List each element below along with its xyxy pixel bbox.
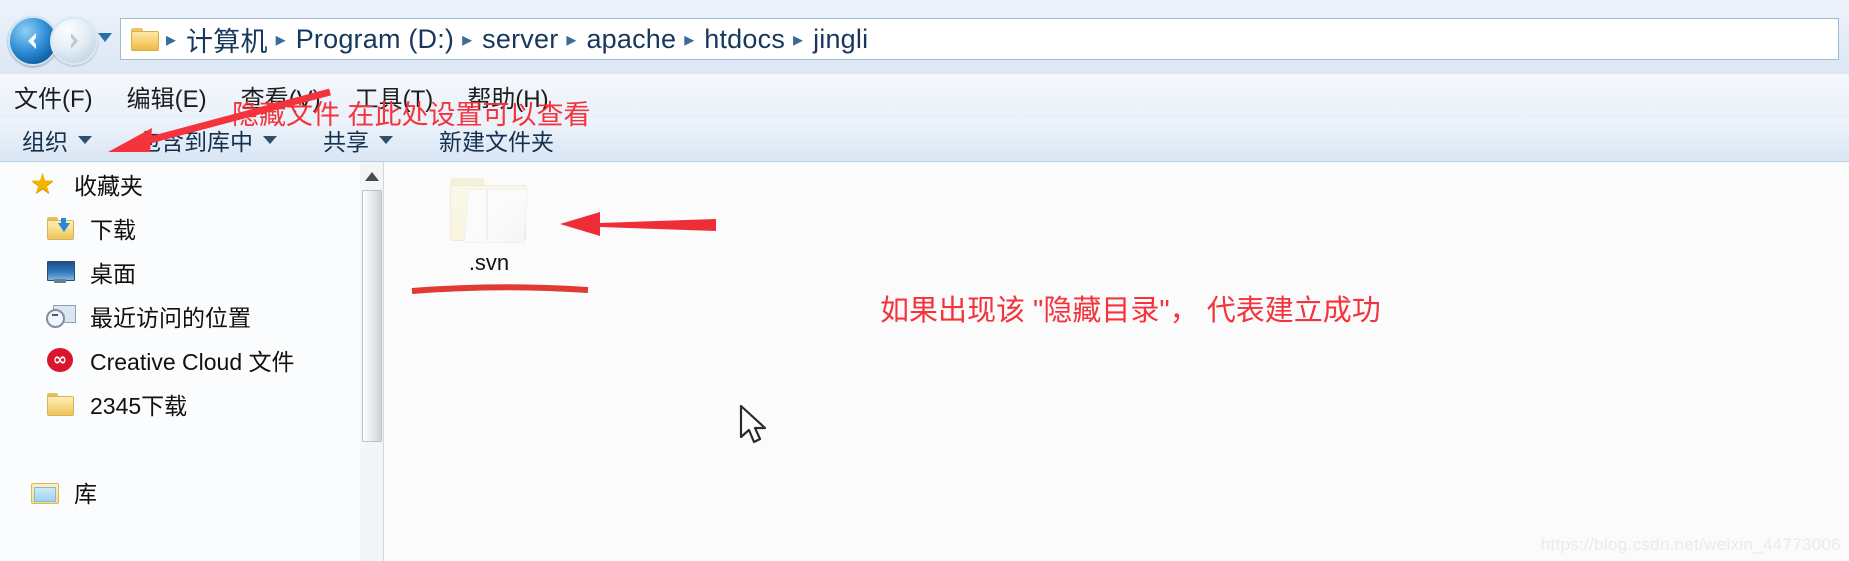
watermark: https://blog.csdn.net/weixin_44773006 [1540, 535, 1841, 554]
sidebar-item-favorites[interactable]: ★ 收藏夹 [0, 162, 360, 206]
scrollbar-thumb[interactable] [362, 190, 382, 442]
navigation-pane: ★ 收藏夹 下载 桌面 最近访问的位置 ∞ Creative Cloud 文件 … [0, 162, 360, 561]
sidebar-item-recent-places[interactable]: 最近访问的位置 [0, 294, 360, 338]
navigation-buttons [8, 16, 114, 66]
sidebar-item-label: 收藏夹 [74, 173, 143, 199]
breadcrumb-separator: ▸ [684, 28, 695, 51]
breadcrumb-item-5[interactable]: jingli [808, 24, 873, 55]
scroll-up-arrow-icon[interactable] [365, 172, 379, 181]
list-item[interactable]: .svn [424, 172, 554, 276]
sidebar-item-desktop[interactable]: 桌面 [0, 250, 360, 294]
sidebar-item-libraries[interactable]: 库 [0, 470, 360, 514]
address-bar: ▸ 计算机 ▸ Program (D:) ▸ server ▸ apache ▸… [0, 0, 1849, 74]
sidebar-item-label: 2345下载 [90, 393, 188, 419]
downloads-folder-icon [46, 214, 76, 242]
history-dropdown-icon[interactable] [98, 33, 112, 42]
breadcrumb-item-3[interactable]: apache [581, 24, 681, 55]
star-icon: ★ [30, 168, 56, 199]
sidebar-item-label: Creative Cloud 文件 [90, 349, 295, 375]
sidebar-item-label: 下载 [90, 217, 136, 243]
file-name-label: .svn [468, 250, 510, 275]
folder-icon [46, 390, 76, 418]
folder-icon [131, 27, 159, 51]
breadcrumb-item-1[interactable]: Program (D:) [291, 24, 459, 55]
chevron-down-icon [263, 135, 277, 144]
organize-label: 组织 [22, 128, 68, 155]
annotation-hidden-files-note: 隐藏文件 在此处设置可以查看 [232, 100, 591, 130]
breadcrumb-separator: ▸ [793, 28, 804, 51]
explorer-window: ▸ 计算机 ▸ Program (D:) ▸ server ▸ apache ▸… [0, 0, 1849, 561]
sidebar-item-label: 最近访问的位置 [90, 305, 251, 331]
sidebar-item-2345-downloads[interactable]: 2345下载 [0, 382, 360, 426]
breadcrumb-separator: ▸ [566, 28, 577, 51]
sidebar-item-label: 库 [74, 481, 97, 507]
sidebar-item-creative-cloud[interactable]: ∞ Creative Cloud 文件 [0, 338, 360, 382]
sidebar-item-downloads[interactable]: 下载 [0, 206, 360, 250]
annotation-success-note: 如果出现该 "隐藏目录"， 代表建立成功 [880, 295, 1381, 327]
recent-places-icon [46, 302, 76, 330]
breadcrumb-item-2[interactable]: server [477, 24, 563, 55]
breadcrumb-separator: ▸ [275, 28, 286, 51]
breadcrumb-item-0[interactable]: 计算机 [181, 20, 273, 59]
file-list-pane[interactable]: .svn [383, 162, 1849, 561]
creative-cloud-icon: ∞ [46, 346, 76, 374]
forward-arrow-icon[interactable] [50, 17, 98, 65]
breadcrumb[interactable]: ▸ 计算机 ▸ Program (D:) ▸ server ▸ apache ▸… [120, 18, 1839, 60]
breadcrumb-separator: ▸ [166, 28, 177, 51]
menu-item-file[interactable]: 文件(F) [14, 79, 93, 114]
hidden-folder-icon [446, 172, 532, 244]
chevron-down-icon [379, 135, 393, 144]
menu-item-edit[interactable]: 编辑(E) [127, 79, 207, 114]
desktop-icon [46, 258, 76, 286]
breadcrumb-separator: ▸ [462, 28, 473, 51]
vertical-scrollbar[interactable] [360, 162, 384, 561]
breadcrumb-item-4[interactable]: htdocs [699, 24, 790, 55]
content-area: ★ 收藏夹 下载 桌面 最近访问的位置 ∞ Creative Cloud 文件 … [0, 162, 1849, 561]
organize-button[interactable]: 组织 [22, 123, 92, 157]
sidebar-item-label: 桌面 [90, 261, 136, 287]
mouse-pointer-icon [739, 404, 767, 444]
libraries-icon [30, 478, 60, 506]
chevron-down-icon [78, 135, 92, 144]
